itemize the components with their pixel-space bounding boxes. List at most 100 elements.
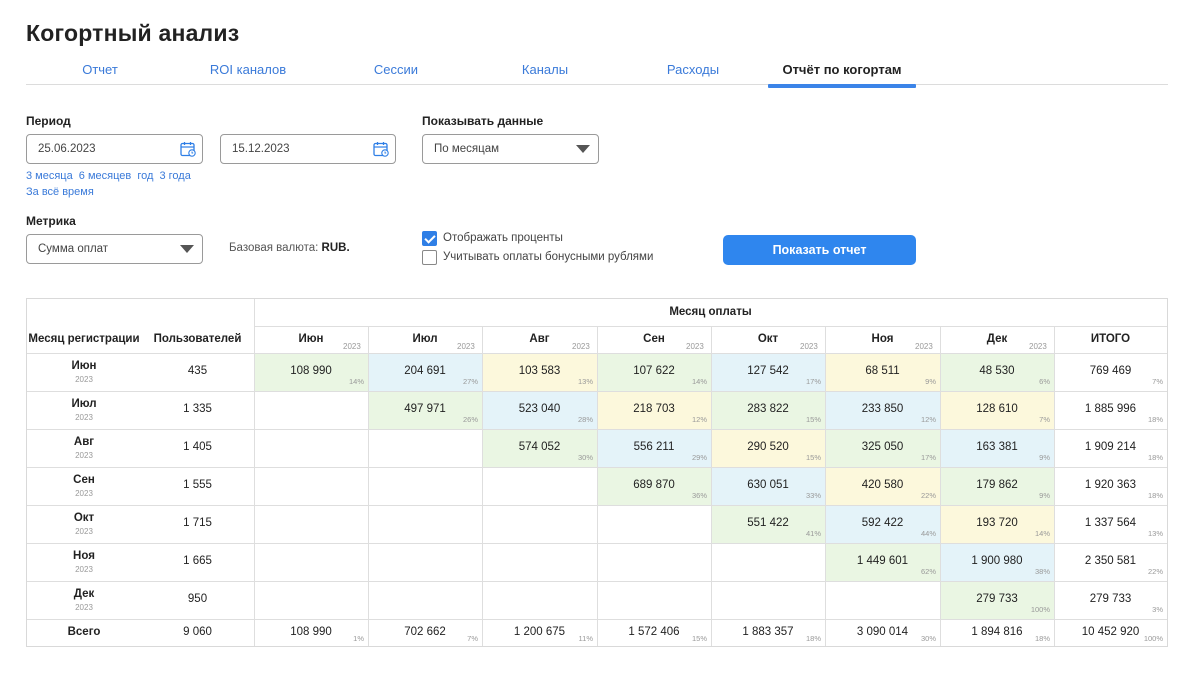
row-users: 1 665: [183, 555, 212, 567]
base-currency: Базовая валюта: RUB.: [229, 242, 350, 254]
bonus-payments-option[interactable]: Учитывать оплаты бонусными рублями: [422, 249, 653, 265]
tab-sessions[interactable]: Сессии: [322, 62, 470, 84]
row-users: 1 405: [183, 441, 212, 453]
row-total-percent: 7%: [1152, 377, 1163, 386]
cohort-percent: 44%: [920, 529, 936, 538]
footer-users: 9 060: [183, 625, 212, 638]
row-users: 435: [187, 365, 208, 377]
cohort-value: 68 511: [865, 365, 900, 377]
link-3-years[interactable]: 3 года: [159, 170, 190, 182]
footer-label: Всего: [67, 625, 101, 638]
tab-bar: Отчет ROI каналов Сессии Каналы Расходы …: [26, 58, 1168, 88]
month-column-year: 2023: [572, 342, 590, 351]
link-3-months[interactable]: 3 месяца: [26, 170, 73, 182]
row-total-percent: 18%: [1147, 415, 1163, 424]
cohort-value: 556 211: [633, 441, 675, 453]
cohort-percent: 7%: [1039, 415, 1050, 424]
cohort-value: 193 720: [976, 517, 1018, 529]
row-year: 2023: [75, 413, 93, 422]
row-total: 2 350 581: [1084, 555, 1137, 567]
link-6-months[interactable]: 6 месяцев: [79, 170, 131, 182]
metric-select[interactable]: Сумма оплат: [26, 234, 203, 264]
cohort-value: 551 422: [747, 517, 789, 529]
cohort-percent: 9%: [1039, 453, 1050, 462]
cohort-percent: 9%: [925, 377, 936, 386]
cohort-value: 108 990: [290, 365, 332, 377]
row-month: Июн: [71, 360, 97, 372]
row-year: 2023: [75, 527, 93, 536]
show-data-select[interactable]: По месяцам: [422, 134, 599, 164]
link-all-time[interactable]: За всё время: [26, 186, 94, 198]
cohort-value: 523 040: [518, 403, 561, 415]
tab-channels[interactable]: Каналы: [471, 62, 619, 84]
cohort-value: 420 580: [861, 479, 904, 491]
cohort-percent: 33%: [805, 491, 821, 500]
cohort-percent: 26%: [462, 415, 478, 424]
month-column-year: 2023: [800, 342, 818, 351]
date-to-field[interactable]: 15.12.2023: [220, 134, 396, 164]
footer-percent: 18%: [1034, 634, 1050, 643]
date-from-value: 25.06.2023: [38, 143, 96, 155]
row-month: Сен: [73, 474, 95, 486]
tab-expenses[interactable]: Расходы: [619, 62, 767, 84]
month-column-year: 2023: [1029, 342, 1047, 351]
month-column-year: 2023: [915, 342, 933, 351]
cohort-value: 1 449 601: [856, 555, 909, 567]
reg-month-header: Месяц регистрации: [28, 333, 140, 345]
footer-percent: 1%: [353, 634, 364, 643]
tab-report[interactable]: Отчет: [26, 62, 174, 84]
show-percent-label: Отображать проценты: [443, 232, 563, 244]
tab-roi-channels[interactable]: ROI каналов: [174, 62, 322, 84]
month-column-year: 2023: [343, 342, 361, 351]
cohort-value: 689 870: [633, 479, 675, 491]
cohort-value: 592 422: [861, 517, 904, 529]
row-total: 1 920 363: [1084, 479, 1137, 491]
row-month: Окт: [73, 512, 95, 524]
calendar-icon[interactable]: [373, 141, 389, 157]
show-data-label: Показывать данные: [422, 114, 544, 128]
show-percent-option[interactable]: Отображать проценты: [422, 230, 563, 246]
currency-label: Базовая валюта:: [229, 242, 319, 254]
cohort-percent: 9%: [1039, 491, 1050, 500]
bonus-payments-checkbox[interactable]: [422, 249, 437, 265]
show-data-value: По месяцам: [434, 143, 500, 155]
cohort-percent: 14%: [691, 377, 707, 386]
footer-percent: 11%: [578, 634, 593, 643]
cohort-value: 179 862: [976, 479, 1018, 491]
row-month: Дек: [73, 588, 95, 600]
row-total: 1 885 996: [1084, 403, 1137, 415]
row-month: Авг: [73, 436, 95, 448]
date-from-field[interactable]: 25.06.2023: [26, 134, 203, 164]
cohort-value: 103 583: [518, 365, 561, 377]
row-month: Ноя: [73, 550, 95, 562]
grid-line: [254, 299, 255, 646]
cohort-percent: 41%: [805, 529, 821, 538]
link-year[interactable]: год: [137, 170, 153, 182]
row-year: 2023: [75, 603, 93, 612]
cohort-percent: 14%: [1034, 529, 1050, 538]
row-users: 1 715: [183, 517, 212, 529]
chevron-down-icon: [576, 145, 590, 153]
row-year: 2023: [75, 451, 93, 460]
cohort-value: 283 822: [747, 403, 789, 415]
calendar-icon[interactable]: [180, 141, 196, 157]
metric-value: Сумма оплат: [38, 243, 109, 255]
show-report-button[interactable]: Показать отчет: [723, 235, 916, 265]
row-year: 2023: [75, 565, 93, 574]
cohort-percent: 17%: [920, 453, 936, 462]
row-users: 1 335: [183, 403, 212, 415]
cohort-table: Месяц оплаты Месяц регистрации Пользовател…: [26, 298, 1168, 647]
row-year: 2023: [75, 375, 93, 384]
cohort-percent: 22%: [920, 491, 936, 500]
month-column-year: 2023: [686, 342, 704, 351]
cohort-value: 630 051: [747, 479, 789, 491]
cohort-value: 163 381: [976, 441, 1018, 453]
show-percent-checkbox[interactable]: [422, 230, 437, 246]
cohort-percent: 12%: [920, 415, 936, 424]
tab-cohort-report[interactable]: Отчёт по когортам: [768, 62, 916, 88]
month-column-year: 2023: [457, 342, 475, 351]
metric-label: Метрика: [26, 214, 76, 228]
row-month: Июл: [71, 398, 97, 410]
page-title: Когортный анализ: [26, 20, 240, 46]
cohort-value: 48 530: [979, 365, 1015, 377]
